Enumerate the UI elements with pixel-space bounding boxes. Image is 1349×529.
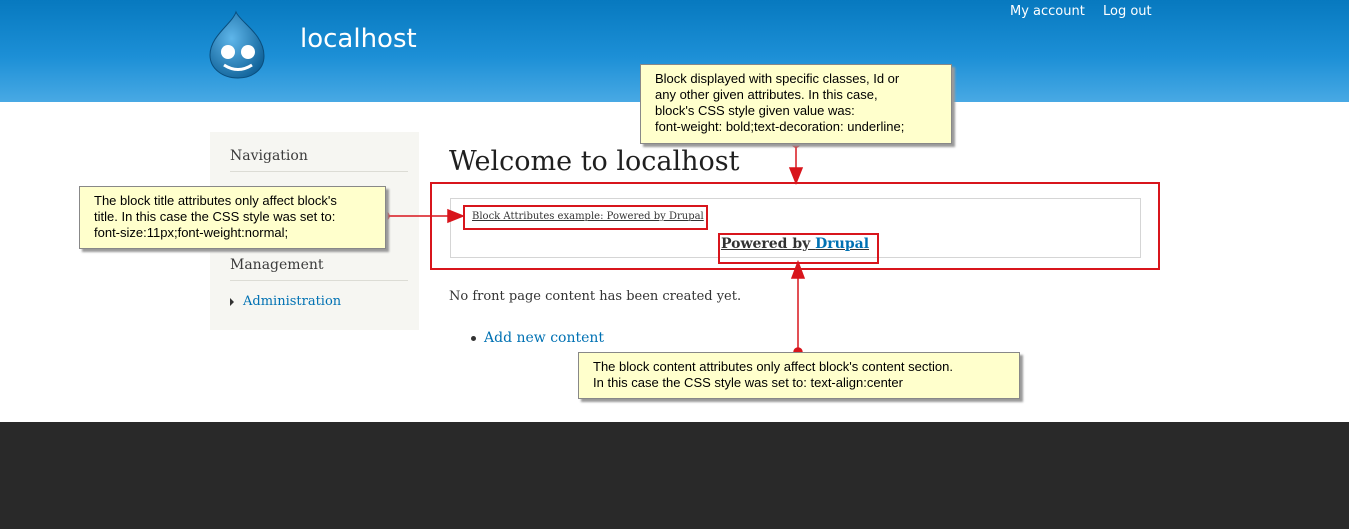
list-bullet-icon xyxy=(471,336,476,341)
callout-title-attributes: The block title attributes only affect b… xyxy=(79,186,386,249)
sidebar-item-administration[interactable]: Administration xyxy=(243,294,341,309)
callout-line: In this case the CSS style was set to: t… xyxy=(593,375,903,390)
callout-content-attributes: The block content attributes only affect… xyxy=(578,352,1020,399)
secondary-menu: My account Log out xyxy=(1010,4,1166,19)
drupal-logo-icon[interactable] xyxy=(206,10,270,80)
callout-line: font-size:11px;font-weight:normal; xyxy=(94,225,289,240)
management-divider xyxy=(230,280,408,281)
no-content-message: No front page content has been created y… xyxy=(449,289,742,304)
callout-line: title. In this case the CSS style was se… xyxy=(94,209,336,224)
annotation-title-box xyxy=(463,205,708,230)
navigation-divider xyxy=(230,171,408,172)
callout-line: block's CSS style given value was: xyxy=(655,103,855,118)
callout-line: font-weight: bold;text-decoration: under… xyxy=(655,119,905,134)
triangle-right-icon xyxy=(230,298,234,306)
site-footer xyxy=(0,422,1349,529)
site-name[interactable]: localhost xyxy=(300,24,417,54)
callout-line: Block displayed with specific classes, I… xyxy=(655,71,900,86)
callout-line: any other given attributes. In this case… xyxy=(655,87,878,102)
page-title: Welcome to localhost xyxy=(449,146,740,177)
my-account-link[interactable]: My account xyxy=(1010,4,1085,19)
annotation-content-box xyxy=(718,233,879,264)
log-out-link[interactable]: Log out xyxy=(1103,4,1152,19)
callout-block-attributes: Block displayed with specific classes, I… xyxy=(640,64,952,144)
management-block-title: Management xyxy=(230,257,324,273)
callout-line: The block title attributes only affect b… xyxy=(94,193,337,208)
callout-line: The block content attributes only affect… xyxy=(593,359,953,374)
add-new-content-link[interactable]: Add new content xyxy=(484,330,604,346)
navigation-block-title: Navigation xyxy=(230,148,308,164)
